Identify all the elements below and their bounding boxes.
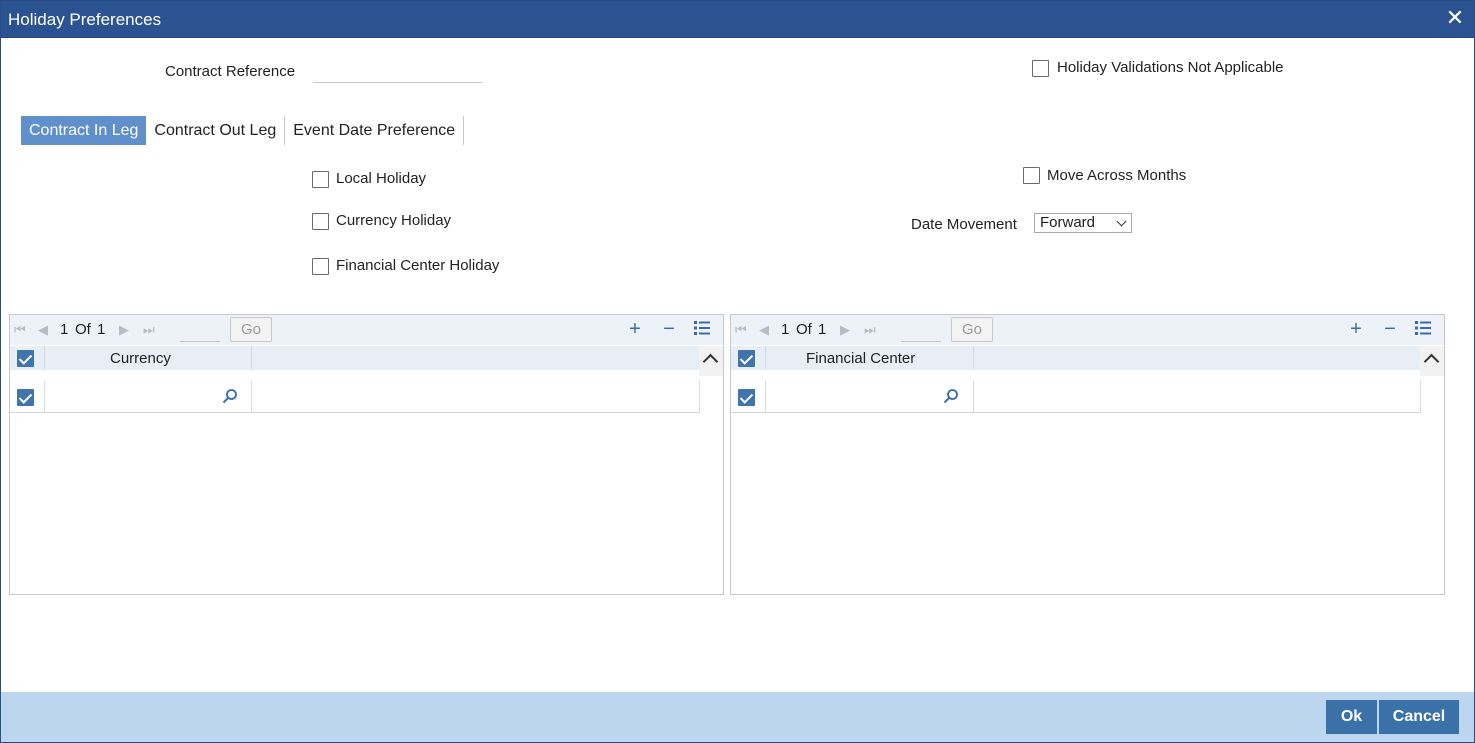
financial-center-column-header[interactable]: Financial Center <box>806 350 915 367</box>
next-page-icon[interactable]: ▶ <box>119 322 129 338</box>
ok-button[interactable]: Ok <box>1326 700 1377 734</box>
move-across-months-label: Move Across Months <box>1047 167 1187 184</box>
date-movement-value: Forward <box>1040 214 1096 231</box>
scroll-up-button[interactable] <box>1420 346 1444 376</box>
move-across-months-checkbox[interactable] <box>1023 167 1040 184</box>
date-movement-label: Date Movement <box>911 216 1017 233</box>
local-holiday-label: Local Holiday <box>336 170 427 187</box>
financial-center-grid-toolbar: ⏮ ◀ 1 Of 1 ▶ ⏭ Go + − <box>731 315 1444 345</box>
column-separator <box>765 381 766 413</box>
currency-holiday-label: Currency Holiday <box>336 212 452 229</box>
column-separator <box>251 381 252 413</box>
row-checkbox[interactable] <box>738 389 755 406</box>
currency-grid: ⏮ ◀ 1 Of 1 ▶ ⏭ Go + − Currency <box>9 314 724 595</box>
previous-page-icon[interactable]: ◀ <box>38 322 48 338</box>
add-row-icon[interactable]: + <box>1347 319 1365 339</box>
cancel-button[interactable]: Cancel <box>1379 700 1459 734</box>
column-separator <box>251 346 252 370</box>
search-icon[interactable] <box>222 388 238 404</box>
last-page-icon[interactable]: ⏭ <box>143 322 155 338</box>
go-button[interactable]: Go <box>230 317 272 342</box>
currency-grid-header: Currency <box>10 346 699 370</box>
chevron-up-icon <box>1423 353 1440 370</box>
window-title: Holiday Preferences <box>8 10 162 29</box>
select-all-checkbox[interactable] <box>738 350 755 367</box>
tab-event-date-preference[interactable]: Event Date Preference <box>285 116 465 145</box>
row-checkbox[interactable] <box>17 389 34 406</box>
tab-contract-out-leg[interactable]: Contract Out Leg <box>146 116 286 145</box>
page-total: 1 <box>818 321 827 338</box>
column-separator <box>44 346 45 370</box>
title-bar: Holiday Preferences ✕ <box>1 1 1474 38</box>
close-icon[interactable]: ✕ <box>1444 7 1466 29</box>
financial-center-holiday-checkbox[interactable] <box>312 258 329 275</box>
holiday-preferences-window: Holiday Preferences ✕ Contract Reference… <box>0 0 1475 743</box>
contract-reference-label: Contract Reference <box>165 63 296 80</box>
tab-strip: Contract In Leg Contract Out Leg Event D… <box>21 116 465 145</box>
table-row <box>731 381 1421 413</box>
delete-row-icon[interactable]: − <box>1381 319 1399 339</box>
search-icon[interactable] <box>943 388 959 404</box>
column-separator <box>765 346 766 370</box>
scroll-up-button[interactable] <box>699 346 723 376</box>
page-current: 1 <box>60 321 69 338</box>
next-page-icon[interactable]: ▶ <box>840 322 850 338</box>
dialog-footer: Ok Cancel <box>1 692 1474 742</box>
page-of: Of <box>75 321 91 338</box>
page-number-input[interactable] <box>180 318 220 342</box>
date-movement-select[interactable]: Forward <box>1034 213 1132 233</box>
currency-grid-toolbar: ⏮ ◀ 1 Of 1 ▶ ⏭ Go + − <box>10 315 723 345</box>
holiday-validations-label: Holiday Validations Not Applicable <box>1057 59 1284 76</box>
financial-center-grid: ⏮ ◀ 1 Of 1 ▶ ⏭ Go + − Financial Center <box>730 314 1445 595</box>
go-button[interactable]: Go <box>951 317 993 342</box>
list-view-icon[interactable] <box>1414 319 1432 339</box>
list-view-icon[interactable] <box>693 319 711 339</box>
column-separator <box>973 381 974 413</box>
first-page-icon[interactable]: ⏮ <box>14 322 26 338</box>
currency-holiday-checkbox[interactable] <box>312 213 329 230</box>
tab-contract-in-leg[interactable]: Contract In Leg <box>21 116 147 145</box>
column-separator <box>44 381 45 413</box>
contract-reference-input[interactable] <box>313 59 482 83</box>
select-all-checkbox[interactable] <box>17 350 34 367</box>
page-number-input[interactable] <box>901 318 941 342</box>
page-of: Of <box>796 321 812 338</box>
column-separator <box>973 346 974 370</box>
column-separator <box>699 381 700 413</box>
financial-center-grid-header: Financial Center <box>731 346 1420 370</box>
financial-center-holiday-label: Financial Center Holiday <box>336 257 500 274</box>
page-current: 1 <box>781 321 790 338</box>
last-page-icon[interactable]: ⏭ <box>864 322 876 338</box>
currency-column-header[interactable]: Currency <box>110 350 171 367</box>
table-row <box>10 381 700 413</box>
first-page-icon[interactable]: ⏮ <box>735 322 747 338</box>
local-holiday-checkbox[interactable] <box>312 171 329 188</box>
column-separator <box>1420 381 1421 413</box>
previous-page-icon[interactable]: ◀ <box>759 322 769 338</box>
page-total: 1 <box>97 321 106 338</box>
chevron-up-icon <box>702 353 719 370</box>
add-row-icon[interactable]: + <box>626 319 644 339</box>
chevron-down-icon <box>1116 216 1127 227</box>
delete-row-icon[interactable]: − <box>660 319 678 339</box>
holiday-validations-checkbox[interactable] <box>1032 60 1049 77</box>
